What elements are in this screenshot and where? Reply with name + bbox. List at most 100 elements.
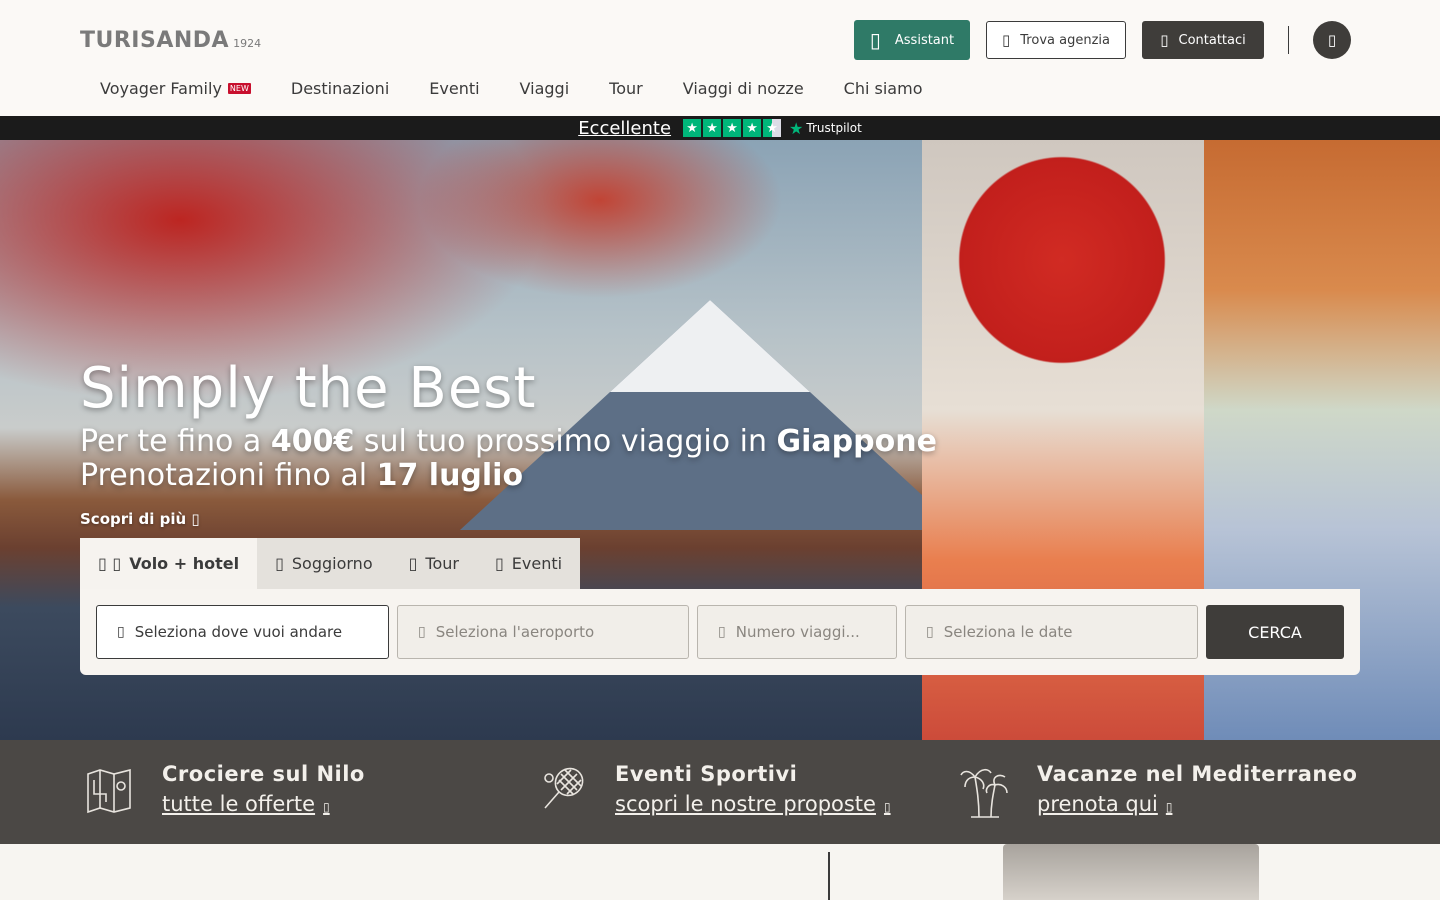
tab-eventi[interactable]: ▯ Eventi	[476, 538, 581, 589]
search-button[interactable]: CERCA	[1206, 605, 1344, 659]
hero-deadline-text: Prenotazioni fino al	[80, 458, 377, 493]
tab-volo-hotel[interactable]: ▯ ▯ Volo + hotel	[80, 538, 258, 589]
promo-link-label: scopri le nostre proposte	[615, 792, 876, 816]
promo-title: Eventi Sportivi	[615, 762, 798, 786]
arrow-right-icon: ▯	[191, 510, 200, 528]
airport-placeholder: Seleziona l'aeroporto	[435, 623, 595, 641]
trustpilot-star-icon: ★	[789, 118, 804, 138]
nav-item-eventi[interactable]: Eventi	[409, 74, 499, 102]
arrow-right-icon: ▯	[883, 800, 891, 814]
bed-icon: ▯	[275, 554, 284, 573]
nav-item-label: Voyager Family	[100, 78, 222, 98]
map-icon	[82, 762, 138, 818]
ticket-icon: ▯	[494, 554, 504, 573]
tab-label: Eventi	[511, 554, 563, 573]
phone-icon: ▯	[1160, 31, 1169, 49]
content-card-image[interactable]	[1003, 844, 1259, 900]
promo-sport-events: Eventi Sportivi scopri le nostre propost…	[535, 762, 891, 818]
trustpilot-logo: ★ Trustpilot	[789, 119, 862, 138]
nav-item-label: Destinazioni	[290, 78, 390, 98]
assistant-button[interactable]: ▯ Assistant	[854, 20, 970, 60]
contact-label: Contattaci	[1178, 32, 1246, 48]
travelers-field[interactable]: ▯ Numero viaggi...	[697, 605, 897, 659]
hero-deadline-date: 17 luglio	[376, 458, 524, 493]
tab-label: Volo + hotel	[129, 554, 240, 573]
discover-more-link[interactable]: Scopri di più ▯	[80, 510, 200, 528]
nav-item-label: Tour	[609, 78, 643, 98]
logo[interactable]: TURISANDA 1924	[80, 28, 261, 56]
promo-link-label: prenota qui	[1037, 792, 1158, 816]
airport-field[interactable]: ▯ Seleziona l'aeroporto	[397, 605, 689, 659]
trustpilot-stars: ★ ★ ★ ★ ★	[683, 119, 782, 137]
promo-title: Vacanze nel Mediterraneo	[1037, 762, 1358, 786]
people-icon: ▯	[718, 624, 726, 640]
logo-wordmark: TURISANDA	[80, 28, 230, 53]
destination-field[interactable]: ▯ Seleziona dove vuoi andare	[96, 605, 389, 659]
hero-banner: Simply the Best Per te fino a 400€ sul t…	[0, 140, 1440, 740]
tab-tour[interactable]: ▯ Tour	[390, 538, 477, 589]
user-icon: ▯	[1327, 31, 1337, 49]
assistant-icon: ▯	[869, 28, 881, 52]
promo-nile-cruises: Crociere sul Nilo tutte le offerte ▯	[82, 762, 365, 818]
nav-item-destinazioni[interactable]: Destinazioni	[271, 74, 409, 102]
location-pin-icon: ▯	[1002, 31, 1011, 49]
contact-button[interactable]: ▯ Contattaci	[1142, 21, 1264, 59]
promo-band: Crociere sul Nilo tutte le offerte ▯ Even…	[0, 740, 1440, 844]
tab-label: Tour	[425, 554, 459, 573]
promo-link[interactable]: scopri le nostre proposte ▯	[615, 792, 891, 816]
trustpilot-bar[interactable]: Eccellente ★ ★ ★ ★ ★ ★ Trustpilot	[0, 116, 1440, 140]
nav-item-label: Viaggi	[519, 78, 570, 98]
promo-title: Crociere sul Nilo	[162, 762, 365, 786]
main-nav: Voyager Family NEW Destinazioni Eventi V…	[80, 74, 942, 102]
find-agency-label: Trova agenzia	[1020, 32, 1110, 48]
nav-item-voyager-family[interactable]: Voyager Family NEW	[80, 74, 271, 102]
user-account-button[interactable]: ▯	[1313, 21, 1351, 59]
hero-title: Simply the Best	[80, 356, 537, 421]
header-divider	[1288, 26, 1289, 54]
tab-soggiorno[interactable]: ▯ Soggiorno	[257, 538, 391, 589]
hero-deadline-line: Prenotazioni fino al 17 luglio	[80, 458, 523, 493]
hero-offer-amount: 400€	[270, 424, 355, 459]
assistant-label: Assistant	[894, 32, 955, 48]
nav-item-chi-siamo[interactable]: Chi siamo	[824, 74, 943, 102]
arrow-right-icon: ▯	[1165, 800, 1173, 814]
tennis-racket-icon	[535, 762, 591, 818]
trustpilot-brand: Trustpilot	[806, 121, 862, 135]
palm-tree-icon	[957, 762, 1013, 818]
destination-placeholder: Seleziona dove vuoi andare	[134, 623, 343, 641]
nav-item-label: Eventi	[429, 78, 480, 98]
discover-more-label: Scopri di più	[80, 510, 187, 528]
map-icon: ▯	[408, 554, 418, 573]
tab-label: Soggiorno	[291, 554, 373, 573]
nav-item-tour[interactable]: Tour	[589, 74, 663, 102]
calendar-icon: ▯	[926, 624, 934, 640]
nav-item-viaggi[interactable]: Viaggi	[500, 74, 590, 102]
star-icon: ★	[703, 119, 722, 137]
search-tabs: ▯ ▯ Volo + hotel ▯ Soggiorno ▯ Tour ▯ Ev…	[80, 538, 581, 589]
arrow-right-icon: ▯	[323, 800, 330, 814]
section-divider	[828, 852, 830, 900]
find-agency-button[interactable]: ▯ Trova agenzia	[986, 21, 1126, 59]
hero-offer-line: Per te fino a 400€ sul tuo prossimo viag…	[80, 424, 937, 459]
trustpilot-rating-label[interactable]: Eccellente	[578, 118, 671, 139]
plane-hotel-icon: ▯ ▯	[98, 554, 122, 573]
location-pin-icon: ▯	[117, 624, 125, 640]
promo-link[interactable]: prenota qui ▯	[1037, 792, 1172, 816]
nav-item-label: Chi siamo	[843, 78, 923, 98]
hero-offer-text: sul tuo prossimo viaggio in	[354, 424, 777, 459]
hero-offer-text: Per te fino a	[80, 424, 271, 459]
star-icon: ★	[683, 119, 702, 137]
new-badge: NEW	[227, 82, 251, 94]
logo-year: 1924	[233, 37, 262, 50]
promo-mediterranean: Vacanze nel Mediterraneo prenota qui ▯	[957, 762, 1357, 818]
plane-icon: ▯	[418, 624, 426, 640]
site-header: TURISANDA 1924 ▯ Assistant ▯ Trova agenz…	[0, 0, 1440, 116]
dates-field[interactable]: ▯ Seleziona le date	[905, 605, 1198, 659]
star-icon: ★	[743, 119, 762, 137]
half-star-icon: ★	[763, 119, 782, 137]
promo-link-label: tutte le offerte	[162, 792, 316, 816]
nav-item-viaggi-di-nozze[interactable]: Viaggi di nozze	[663, 74, 824, 102]
promo-link[interactable]: tutte le offerte ▯	[162, 792, 330, 816]
hero-offer-destination: Giappone	[776, 424, 937, 459]
nav-item-label: Viaggi di nozze	[682, 78, 804, 98]
